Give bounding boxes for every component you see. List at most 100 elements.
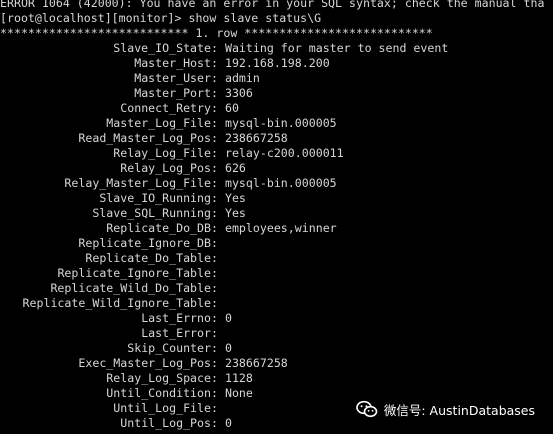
status-field-separator: : (211, 161, 225, 175)
status-field-separator: : (211, 71, 225, 85)
status-field-row: Last_Error: (0, 326, 553, 341)
status-field-separator: : (211, 176, 225, 190)
status-field-value: 1128 (224, 371, 253, 385)
status-field-name: Replicate_Do_DB (106, 221, 211, 235)
status-field-separator: : (211, 416, 225, 430)
slave-status-fields: Slave_IO_State: Waiting for master to se… (0, 41, 553, 431)
status-field-name: Until_Condition (106, 386, 211, 400)
status-field-name: Slave_SQL_Running (92, 206, 211, 220)
wechat-icon (356, 400, 378, 418)
status-field-name: Skip_Counter (127, 341, 211, 355)
status-field-name: Slave_IO_Running (99, 191, 211, 205)
status-field-value: Yes (224, 206, 246, 220)
status-field-row: Master_Port: 3306 (0, 86, 553, 101)
status-field-name: Master_Log_File (106, 116, 211, 130)
status-field-value: 0 (224, 341, 232, 355)
wechat-watermark: 微信号: AustinDatabases (351, 398, 539, 420)
status-field-value: 3306 (224, 86, 253, 100)
status-field-name: Until_Log_File (113, 401, 211, 415)
status-field-separator: : (211, 341, 225, 355)
status-field-name: Last_Errno (141, 311, 211, 325)
status-field-row: Slave_IO_Running: Yes (0, 191, 553, 206)
status-field-separator: : (211, 236, 225, 250)
status-field-name: Master_Port (134, 86, 211, 100)
status-field-row: Replicate_Ignore_Table: (0, 266, 553, 281)
terminal-window[interactable]: ERROR 1064 (42000): You have an error in… (0, 0, 553, 434)
status-field-row: Relay_Log_Pos: 626 (0, 161, 553, 176)
status-field-name: Master_Host (134, 56, 211, 70)
status-field-name: Connect_Retry (120, 101, 211, 115)
status-field-row: Master_Host: 192.168.198.200 (0, 56, 553, 71)
status-field-row: Relay_Log_Space: 1128 (0, 371, 553, 386)
status-field-separator: : (211, 56, 225, 70)
status-field-name: Last_Error (141, 326, 211, 340)
status-field-row: Read_Master_Log_Pos: 238667258 (0, 131, 553, 146)
row-header-line: *************************** 1. row *****… (0, 26, 433, 40)
status-field-value: 0 (224, 311, 232, 325)
status-field-value: relay-c200.000011 (224, 146, 344, 160)
status-field-separator: : (211, 146, 225, 160)
status-field-value: 238667258 (224, 356, 288, 370)
status-field-separator: : (211, 101, 225, 115)
status-field-name: Replicate_Ignore_DB (78, 236, 211, 250)
status-field-row: Exec_Master_Log_Pos: 238667258 (0, 356, 553, 371)
watermark-text: 微信号: AustinDatabases (383, 402, 535, 418)
status-field-value: admin (224, 71, 260, 85)
status-field-separator: : (211, 86, 225, 100)
status-field-name: Master_User (134, 71, 211, 85)
status-field-value: 626 (224, 161, 246, 175)
status-field-row: Replicate_Wild_Ignore_Table: (0, 296, 553, 311)
status-field-row: Slave_SQL_Running: Yes (0, 206, 553, 221)
status-field-separator: : (211, 296, 225, 310)
command-prompt-line[interactable]: [root@localhost][monitor]> show slave st… (0, 11, 553, 26)
status-field-row: Replicate_Do_DB: employees,winner (0, 221, 553, 236)
status-field-separator: : (211, 356, 225, 370)
status-field-row: Replicate_Do_Table: (0, 251, 553, 266)
status-field-row: Last_Errno: 0 (0, 311, 553, 326)
status-field-row: Relay_Log_File: relay-c200.000011 (0, 146, 553, 161)
status-field-value: Yes (224, 191, 246, 205)
status-field-row: Master_Log_File: mysql-bin.000005 (0, 116, 553, 131)
error-message-line: ERROR 1064 (42000): You have an error in… (0, 0, 545, 10)
status-field-separator: : (211, 311, 225, 325)
status-field-name: Replicate_Wild_Ignore_Table (22, 296, 211, 310)
status-field-name: Replicate_Ignore_Table (57, 266, 211, 280)
status-field-separator: : (211, 206, 225, 220)
status-field-name: Slave_IO_State (113, 41, 211, 55)
status-field-separator: : (211, 131, 225, 145)
status-field-row: Slave_IO_State: Waiting for master to se… (0, 41, 553, 56)
status-field-value: 192.168.198.200 (224, 56, 330, 70)
status-field-row: Replicate_Ignore_DB: (0, 236, 553, 251)
status-field-separator: : (211, 251, 225, 265)
status-field-name: Replicate_Wild_Do_Table (50, 281, 211, 295)
status-field-row: Replicate_Wild_Do_Table: (0, 281, 553, 296)
status-field-value: mysql-bin.000005 (224, 176, 337, 190)
status-field-row: Connect_Retry: 60 (0, 101, 553, 116)
status-field-value: None (224, 386, 253, 400)
status-field-name: Relay_Log_Pos (120, 161, 211, 175)
status-field-separator: : (211, 266, 225, 280)
status-field-name: Relay_Log_Space (106, 371, 211, 385)
status-field-value: 60 (224, 101, 239, 115)
status-field-value: Waiting for master to send event (224, 41, 449, 55)
status-field-separator: : (211, 386, 225, 400)
status-field-name: Until_Log_Pos (120, 416, 211, 430)
status-field-name: Relay_Log_File (113, 146, 211, 160)
status-field-row: Master_User: admin (0, 71, 553, 86)
status-field-row: Relay_Master_Log_File: mysql-bin.000005 (0, 176, 553, 191)
prompt-command-text: [root@localhost][monitor]> show slave st… (0, 11, 322, 25)
status-field-separator: : (211, 281, 225, 295)
status-field-separator: : (211, 191, 225, 205)
status-field-value: 0 (224, 416, 232, 430)
status-field-separator: : (211, 326, 225, 340)
status-field-separator: : (211, 221, 225, 235)
status-field-separator: : (211, 116, 225, 130)
status-field-separator: : (211, 371, 225, 385)
status-field-name: Exec_Master_Log_Pos (78, 356, 211, 370)
status-field-separator: : (211, 401, 225, 415)
status-field-name: Relay_Master_Log_File (64, 176, 211, 190)
status-field-value: mysql-bin.000005 (224, 116, 337, 130)
status-field-value: employees,winner (224, 221, 337, 235)
status-field-separator: : (211, 41, 225, 55)
status-field-name: Replicate_Do_Table (85, 251, 211, 265)
